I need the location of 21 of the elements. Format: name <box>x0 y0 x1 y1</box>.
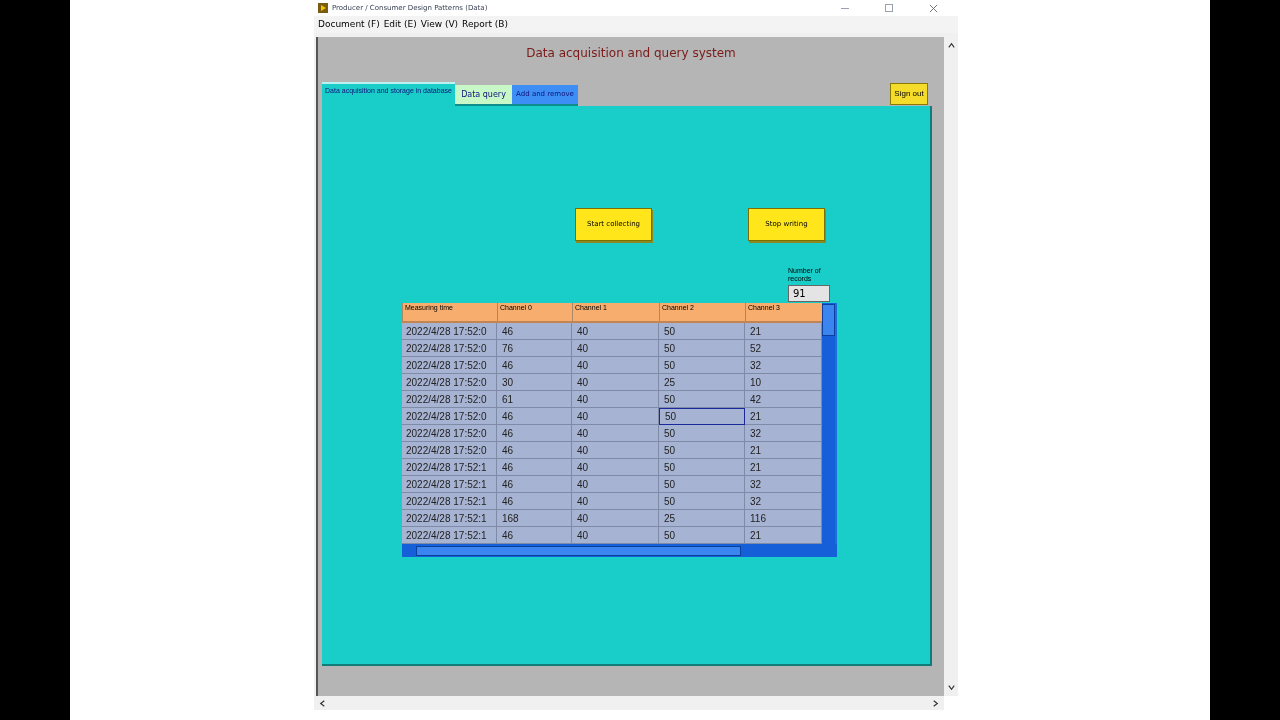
app-logo-icon <box>318 3 328 13</box>
tab[interactable]: Data query <box>455 85 512 106</box>
scroll-right-icon[interactable] <box>931 698 940 708</box>
table-vertical-scrollbar[interactable] <box>822 303 835 544</box>
horizontal-scrollbar[interactable] <box>314 696 944 710</box>
scroll-down-icon[interactable] <box>946 683 956 692</box>
minimize-icon[interactable] <box>841 7 849 9</box>
menu-item[interactable]: Report (B) <box>462 17 508 32</box>
table-horizontal-scrollbar[interactable] <box>402 544 837 557</box>
scroll-left-icon[interactable] <box>318 698 327 708</box>
scroll-up-icon[interactable] <box>946 41 956 50</box>
records-field: 91 <box>788 285 830 302</box>
sign-out-button[interactable]: Sign out <box>890 83 928 105</box>
panel-heading: Data acquisition and query system <box>525 45 737 60</box>
table-cell: 50 <box>659 391 745 408</box>
close-icon[interactable] <box>929 3 938 13</box>
table-cell: 50 <box>659 408 745 425</box>
maximize-icon[interactable] <box>885 4 893 12</box>
menu-item[interactable]: Document (F) <box>318 17 380 32</box>
menu-item[interactable]: View (V) <box>420 17 459 32</box>
menu-item[interactable]: Edit (E) <box>383 17 417 32</box>
